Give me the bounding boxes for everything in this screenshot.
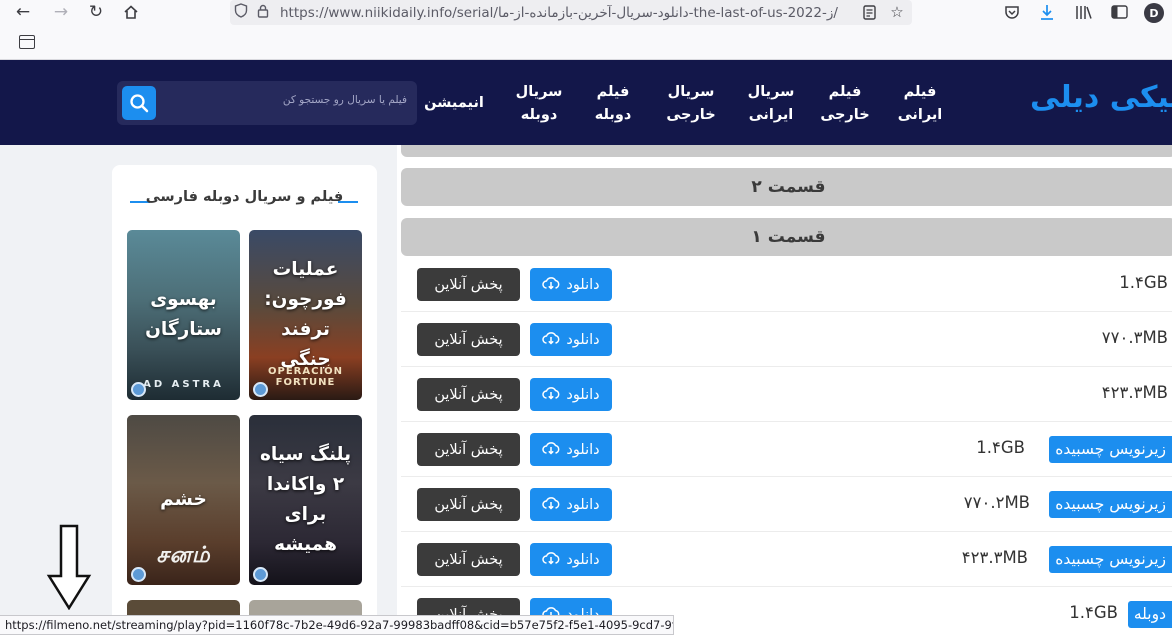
stream-online-button[interactable]: پخش آنلاین xyxy=(417,268,520,301)
poster-ad-astra[interactable]: بهسوی ستارگان AD ASTRA xyxy=(127,230,240,400)
file-size: 1.۴GB xyxy=(976,438,1025,457)
dubbed-tag: دوبله xyxy=(1127,601,1172,628)
file-row: ۷۷۰.۳MB دانلود پخش آنلاین xyxy=(401,312,1172,367)
title-decoration-right xyxy=(338,201,358,203)
stream-online-button[interactable]: پخش آنلاین xyxy=(417,488,520,521)
lock-icon[interactable] xyxy=(252,4,274,22)
shield-icon[interactable] xyxy=(230,3,252,22)
episodes-panel: قسمت ۲ قسمت ۱ 1.۴GB دانلود پخش آنلاین ۷۷… xyxy=(397,145,1172,635)
bookmark-star-icon[interactable]: ☆ xyxy=(886,2,908,22)
file-row: زیرنویس چسبیده ۴۲۳.۳MB دانلود پخش آنلاین xyxy=(401,532,1172,587)
search-button[interactable] xyxy=(122,86,156,120)
file-size: ۴۲۳.۳MB xyxy=(961,548,1028,567)
menu-item-iranian-series[interactable]: سریال ایرانی xyxy=(731,81,811,127)
cloud-download-icon xyxy=(542,331,560,349)
file-size: 1.۴GB xyxy=(1119,273,1168,292)
dubbed-sidebar: فیلم و سریال دوبله فارسی عملیات فورچون: … xyxy=(112,165,377,635)
tab-list-icon[interactable] xyxy=(19,35,35,49)
stream-online-button[interactable]: پخش آنلاین xyxy=(417,543,520,576)
reader-view-icon[interactable] xyxy=(858,2,880,22)
subtitle-tag: زیرنویس چسبیده xyxy=(1049,491,1172,518)
browser-toolbar: ← → ↻ https://www.niikidaily.info/serial… xyxy=(0,0,1172,60)
poster-operation-fortune[interactable]: عملیات فورچون: ترفند جنگی OPERACIÓN FORT… xyxy=(249,230,362,400)
download-icon[interactable] xyxy=(1036,2,1058,22)
dubbed-badge xyxy=(131,382,146,397)
file-row: زیرنویس چسبیده ۷۷۰.۲MB دانلود پخش آنلاین xyxy=(401,477,1172,532)
poster-khashm[interactable]: خشم சனம் xyxy=(127,415,240,585)
menu-item-dubbed-series[interactable]: سریال دوبله xyxy=(499,81,579,127)
episode-2-header[interactable]: قسمت ۲ xyxy=(401,168,1172,206)
file-size: 1.۴GB xyxy=(1069,603,1118,622)
file-size: ۴۲۳.۳MB xyxy=(1101,383,1168,402)
profile-avatar[interactable]: D xyxy=(1144,3,1164,23)
stream-online-button[interactable]: پخش آنلاین xyxy=(417,378,520,411)
link-status-bar: https://filmeno.net/streaming/play?pid=1… xyxy=(0,615,674,635)
site-logo[interactable]: نیکی دیلی xyxy=(1030,80,1172,115)
reload-icon[interactable]: ↻ xyxy=(83,0,109,24)
cloud-download-icon xyxy=(542,496,560,514)
download-button[interactable]: دانلود xyxy=(530,433,612,466)
menu-item-animation[interactable]: انیمیشن xyxy=(414,92,494,115)
dubbed-badge xyxy=(253,382,268,397)
cloud-download-icon xyxy=(542,441,560,459)
menu-item-foreign-series[interactable]: سریال خارجی xyxy=(651,81,731,127)
url-text: https://www.niikidaily.info/serial/دانلو… xyxy=(280,4,838,21)
stream-online-button[interactable]: پخش آنلاین xyxy=(417,433,520,466)
search-box[interactable]: فیلم یا سریال رو جستجو کن xyxy=(117,81,417,125)
subtitle-tag: زیرنویس چسبیده xyxy=(1049,436,1172,463)
pocket-icon[interactable] xyxy=(1001,2,1023,22)
site-header: نیکی دیلی فیلم ایرانی فیلم خارجی سریال ایرا… xyxy=(0,60,1172,145)
subtitle-tag: زیرنویس چسبیده xyxy=(1049,546,1172,573)
search-input[interactable]: فیلم یا سریال رو جستجو کن xyxy=(283,94,407,106)
dubbed-badge xyxy=(131,567,146,582)
download-button[interactable]: دانلود xyxy=(530,323,612,356)
episode-1-header[interactable]: قسمت ۱ xyxy=(401,218,1172,256)
cloud-download-icon xyxy=(542,551,560,569)
annotation-arrow-icon xyxy=(46,524,92,610)
sidebar-icon[interactable] xyxy=(1108,2,1130,22)
forward-icon[interactable]: → xyxy=(48,0,74,24)
download-button[interactable]: دانلود xyxy=(530,488,612,521)
address-bar[interactable]: https://www.niikidaily.info/serial/دانلو… xyxy=(230,0,912,25)
poster-black-panther[interactable]: پلنگ سیاه ۲ واکاندا برای همیشه xyxy=(249,415,362,585)
dubbed-badge xyxy=(253,567,268,582)
search-icon xyxy=(130,94,149,113)
library-icon[interactable] xyxy=(1073,2,1095,22)
back-icon[interactable]: ← xyxy=(10,0,36,24)
file-row: 1.۴GB دانلود پخش آنلاین xyxy=(401,257,1172,312)
file-row: زیرنویس چسبیده 1.۴GB دانلود پخش آنلاین xyxy=(401,422,1172,477)
download-button[interactable]: دانلود xyxy=(530,378,612,411)
download-button[interactable]: دانلود xyxy=(530,543,612,576)
download-button[interactable]: دانلود xyxy=(530,268,612,301)
episode-header-previous[interactable] xyxy=(401,145,1172,157)
file-size: ۷۷۰.۳MB xyxy=(1101,328,1168,347)
stream-online-button[interactable]: پخش آنلاین xyxy=(417,323,520,356)
home-icon[interactable] xyxy=(118,0,144,24)
file-row: ۴۲۳.۳MB دانلود پخش آنلاین xyxy=(401,367,1172,422)
cloud-download-icon xyxy=(542,386,560,404)
file-size: ۷۷۰.۲MB xyxy=(963,493,1030,512)
menu-item-dubbed-film[interactable]: فیلم دوبله xyxy=(573,81,653,127)
cloud-download-icon xyxy=(542,276,560,294)
menu-item-foreign-film[interactable]: فیلم خارجی xyxy=(805,81,885,127)
menu-item-iranian-film[interactable]: فیلم ایرانی xyxy=(880,81,960,127)
